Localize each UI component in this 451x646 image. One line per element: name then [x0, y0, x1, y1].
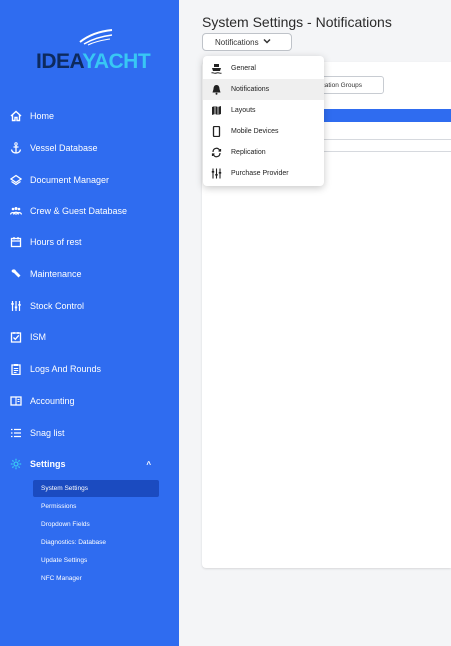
sidebar-item-label: Accounting — [30, 396, 75, 406]
sidebar-item-label: Crew & Guest Database — [30, 206, 128, 216]
menu-item-label: Purchase Provider — [231, 170, 289, 177]
sidebar-item-vessel-database[interactable]: Vessel Database — [0, 136, 179, 160]
menu-item-label: Layouts — [231, 107, 256, 114]
settings-section-select[interactable]: Notifications — [202, 33, 292, 51]
menu-item-label: Mobile Devices — [231, 128, 279, 135]
menu-item-general[interactable]: General — [203, 58, 324, 79]
page-title: System Settings - Notifications — [202, 14, 392, 30]
brand-name: IDEAYACHT — [36, 50, 151, 74]
menu-item-mobile-devices[interactable]: Mobile Devices — [203, 121, 324, 142]
phone-icon — [211, 126, 222, 137]
menu-item-notifications[interactable]: Notifications — [203, 79, 324, 100]
list-icon — [10, 427, 22, 439]
sidebar-sub-nfc-manager[interactable]: NFC Manager — [33, 570, 159, 587]
menu-item-label: Replication — [231, 149, 266, 156]
sidebar-sub-diagnostics-database[interactable]: Diagnostics: Database — [33, 534, 159, 551]
sidebar-sub-update-settings[interactable]: Update Settings — [33, 552, 159, 569]
sidebar-item-maintenance[interactable]: Maintenance — [0, 262, 179, 286]
layers-icon — [10, 174, 22, 186]
sidebar-item-stock-control[interactable]: Stock Control — [0, 294, 179, 318]
sidebar-item-label: Hours of rest — [30, 237, 82, 247]
anchor-icon — [10, 142, 22, 154]
sidebar-item-label: Logs And Rounds — [30, 364, 102, 374]
sidebar-item-label: Stock Control — [30, 301, 85, 311]
gear-icon — [10, 458, 22, 470]
checkbox-icon — [10, 331, 22, 343]
sidebar-item-label: Snag list — [30, 428, 65, 438]
sidebar-item-hours-of-rest[interactable]: Hours of rest — [0, 230, 179, 254]
sliders-icon — [10, 300, 22, 312]
bell-icon — [211, 84, 222, 95]
menu-item-layouts[interactable]: Layouts — [203, 100, 324, 121]
sidebar-item-label: Settings — [30, 459, 66, 469]
sidebar-item-logs-and-rounds[interactable]: Logs And Rounds — [0, 357, 179, 381]
brand-logo[interactable]: IDEAYACHT — [36, 28, 156, 78]
calendar-icon — [10, 236, 22, 248]
sidebar-item-document-manager[interactable]: Document Manager — [0, 168, 179, 192]
ledger-icon — [10, 395, 22, 407]
sliders-icon — [211, 168, 222, 179]
menu-item-purchase-provider[interactable]: Purchase Provider — [203, 163, 324, 184]
sidebar-item-home[interactable]: Home — [0, 104, 179, 128]
sidebar-item-accounting[interactable]: Accounting — [0, 389, 179, 413]
sidebar-item-label: Document Manager — [30, 175, 110, 185]
sidebar-item-label: Home — [30, 111, 55, 121]
chevron-down-icon — [263, 38, 271, 46]
people-icon — [10, 205, 22, 217]
menu-item-label: Notifications — [231, 86, 270, 93]
sidebar-item-label: Maintenance — [30, 269, 82, 279]
menu-item-replication[interactable]: Replication — [203, 142, 324, 163]
sidebar-item-ism[interactable]: ISM — [0, 325, 179, 349]
settings-section-value: Notifications — [215, 37, 259, 47]
ship-icon — [211, 63, 222, 74]
home-icon — [10, 110, 22, 122]
sidebar-item-snag-list[interactable]: Snag list — [0, 421, 179, 445]
settings-section-menu: General Notifications Layouts Mobile Dev… — [203, 56, 324, 186]
brand-part1: IDEA — [36, 50, 83, 73]
sidebar-sub-system-settings[interactable]: System Settings — [33, 480, 159, 497]
sync-icon — [211, 147, 222, 158]
chevron-up-icon: ^ — [146, 459, 151, 469]
clipboard-icon — [10, 363, 22, 375]
sidebar-item-label: ISM — [30, 332, 47, 342]
sidebar-sub-permissions[interactable]: Permissions — [33, 498, 159, 515]
logo-swoosh-icon — [79, 29, 113, 46]
sidebar-sub-dropdown-fields[interactable]: Dropdown Fields — [33, 516, 159, 533]
brand-part2: YACHT — [82, 50, 151, 73]
sidebar-item-crew-guest-database[interactable]: Crew & Guest Database — [0, 199, 179, 223]
sidebar: IDEAYACHT Home Vessel Database Document … — [0, 0, 179, 646]
sidebar-item-label: Vessel Database — [30, 143, 98, 153]
menu-item-label: General — [231, 65, 256, 72]
wrench-icon — [10, 268, 22, 280]
map-icon — [211, 105, 222, 116]
sidebar-item-settings[interactable]: Settings ^ — [0, 452, 179, 476]
